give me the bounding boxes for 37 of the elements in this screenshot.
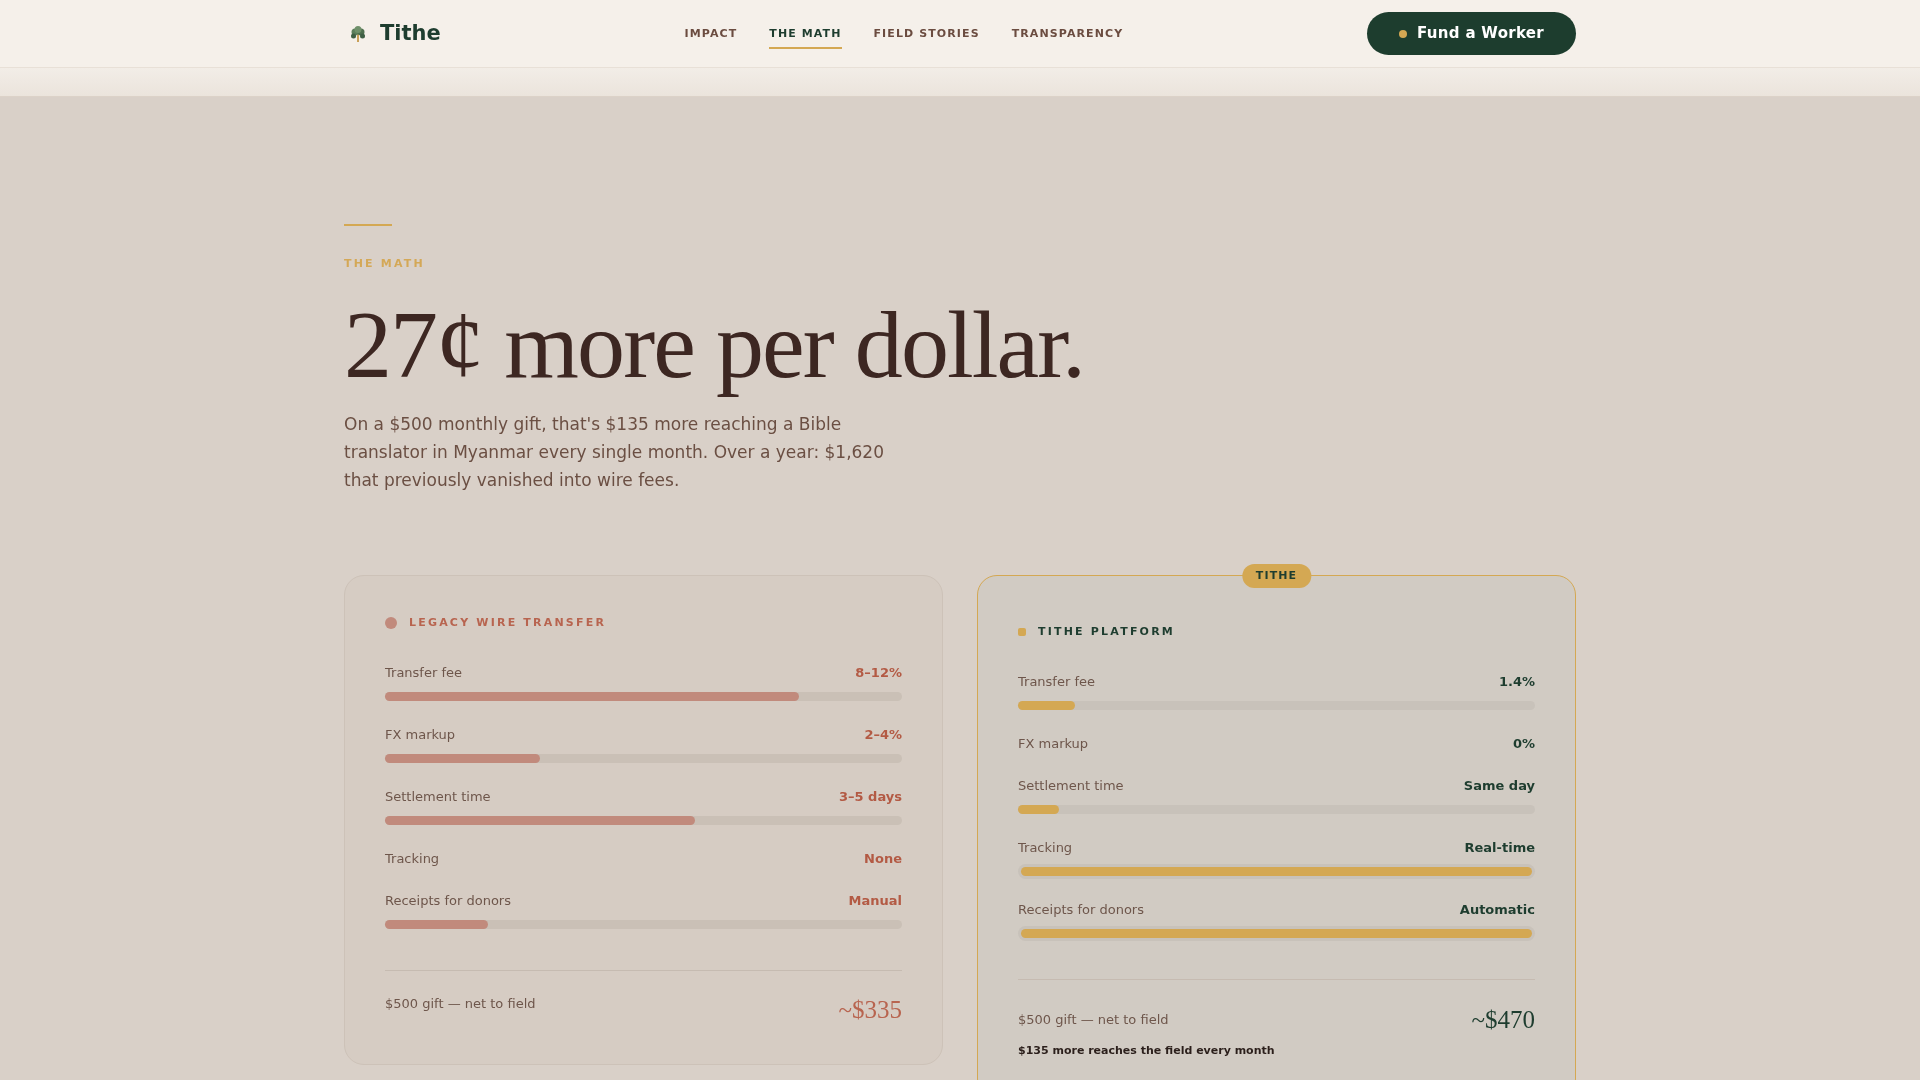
row-label: Tracking xyxy=(1018,840,1073,856)
row-label: FX markup xyxy=(385,727,456,743)
row-value: Same day xyxy=(1463,778,1535,794)
eyebrow-label: THE MATH xyxy=(344,257,426,271)
note-text: $135 more reaches the field every month xyxy=(1018,1044,1276,1058)
row-value: Automatic xyxy=(1459,902,1535,918)
net-amount: ~$470 xyxy=(1471,1006,1535,1034)
row-label: Tracking xyxy=(385,851,440,867)
row-value: 2–4% xyxy=(864,727,902,743)
row-value: 8–12% xyxy=(855,665,902,681)
nav-link[interactable]: IMPACT xyxy=(684,26,738,49)
row-value: Real-time xyxy=(1464,840,1535,856)
nav-link[interactable]: THE MATH xyxy=(769,26,842,49)
tree-icon xyxy=(350,25,366,42)
card-title: TITHE PLATFORM xyxy=(1038,625,1175,639)
brand-name[interactable]: Tithe xyxy=(380,17,441,50)
row-label: Receipts for donors xyxy=(1018,902,1144,918)
row-value: 1.4% xyxy=(1498,674,1535,690)
intro-paragraph: On a $500 monthly gift, that's $135 more reaching a Bible translator in Myanmar every single month. Over a year: $1,620 that previously vanished into wire fees. xyxy=(344,413,885,492)
nav-link[interactable]: TRANSPARENCY xyxy=(1011,26,1124,49)
card-badge: TITHE xyxy=(1241,564,1312,588)
row-value: 3–5 days xyxy=(839,789,902,805)
net-label: $500 gift — net to field xyxy=(385,996,536,1012)
row-value: None xyxy=(864,851,902,867)
row-label: Receipts for donors xyxy=(385,893,511,909)
row-value: Manual xyxy=(848,893,902,909)
net-amount: ~$335 xyxy=(838,996,902,1024)
row-label: Transfer fee xyxy=(1018,674,1095,690)
nav-link[interactable]: FIELD STORIES xyxy=(873,26,980,49)
row-label: Settlement time xyxy=(1018,778,1124,794)
row-label: Transfer fee xyxy=(385,665,462,681)
row-label: FX markup xyxy=(1018,736,1089,752)
row-value: 0% xyxy=(1512,736,1535,752)
fund-button[interactable]: Fund a Worker xyxy=(1367,12,1576,55)
net-label: $500 gift — net to field xyxy=(1018,1012,1169,1028)
row-label: Settlement time xyxy=(385,789,491,805)
card-title: LEGACY WIRE TRANSFER xyxy=(409,616,607,630)
